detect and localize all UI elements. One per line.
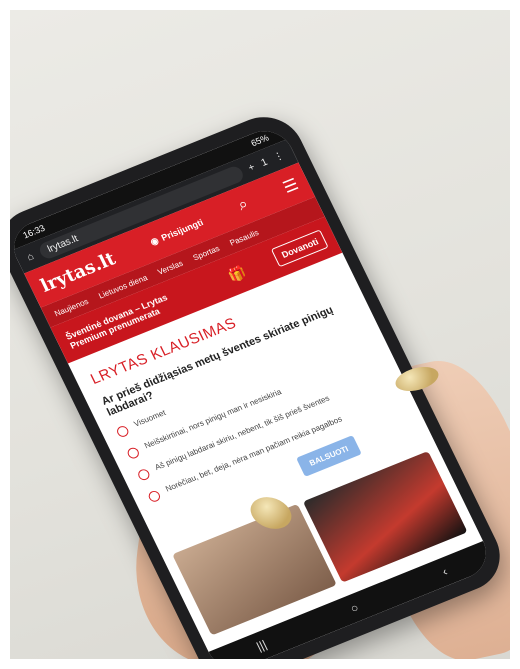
radio-button[interactable]: [136, 467, 152, 482]
option-label: Visuomet: [132, 408, 168, 429]
user-icon: ◉: [148, 234, 161, 247]
browser-menu-icon[interactable]: ⋮: [272, 150, 286, 164]
new-tab-icon[interactable]: +: [246, 161, 256, 173]
tab-count[interactable]: 1: [259, 156, 269, 168]
radio-button[interactable]: [146, 489, 162, 504]
home-icon[interactable]: ⌂: [25, 251, 35, 263]
phone-screen: 16:33 65% ⌂ lrytas.lt + 1 ⋮ lrytas.lt ◉ …: [10, 122, 496, 659]
back-icon[interactable]: ‹: [440, 564, 450, 578]
radio-button[interactable]: [115, 424, 131, 439]
login-label: Prisijungti: [159, 217, 205, 243]
recents-icon[interactable]: |||: [254, 637, 269, 653]
vote-button[interactable]: BALSUOTI: [296, 435, 362, 477]
radio-button[interactable]: [125, 446, 141, 461]
menu-icon[interactable]: ☰: [280, 174, 302, 197]
search-icon[interactable]: ⌕: [235, 195, 251, 215]
nav-item[interactable]: Verslas: [156, 258, 184, 276]
photo: 16:33 65% ⌂ lrytas.lt + 1 ⋮ lrytas.lt ◉ …: [10, 10, 510, 659]
home-button-icon[interactable]: ○: [348, 600, 361, 615]
gift-icon: 🎁: [225, 262, 249, 284]
login-button[interactable]: ◉ Prisijungti: [148, 217, 205, 248]
